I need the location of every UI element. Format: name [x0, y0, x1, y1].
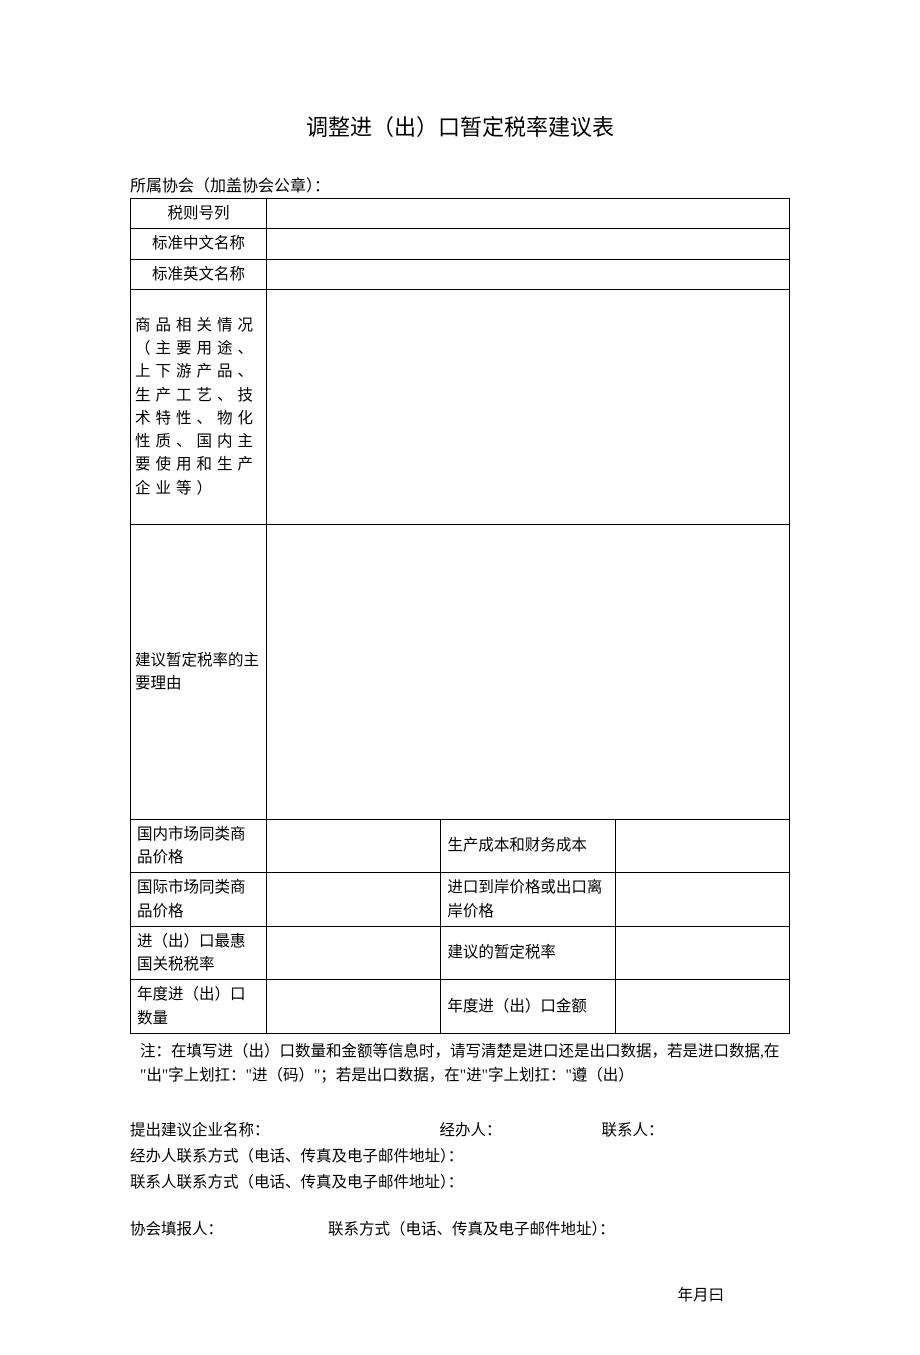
row-reason-value[interactable]	[267, 524, 790, 819]
row-name-en-label: 标准英文名称	[131, 259, 267, 289]
suggestion-form-table: 税则号列 标准中文名称 标准英文名称 商品相关情况（主要用途、上下游产品、生产工…	[130, 198, 790, 1034]
row-domestic-price-label: 国内市场同类商品价格	[131, 819, 267, 873]
row-tax-code-label: 税则号列	[131, 199, 267, 229]
contact-label: 联系人：	[602, 1118, 664, 1144]
row-product-info-value[interactable]	[267, 289, 790, 524]
row-name-cn-label: 标准中文名称	[131, 229, 267, 259]
handler-label: 经办人：	[440, 1118, 502, 1144]
note-text: 注：在填写进（出）口数量和金额等信息时，请写清楚是进口还是出口数据，若是进口数据…	[140, 1040, 790, 1088]
row-import-export-price-label: 进口到岸价格或出口离岸价格	[441, 873, 615, 927]
row-annual-amount-label: 年度进（出）口金额	[441, 980, 615, 1034]
footer-info: 提出建议企业名称： 经办人： 联系人： 经办人联系方式（电话、传真及电子邮件地址…	[130, 1118, 790, 1243]
handler-contact-label: 经办人联系方式（电话、传真及电子邮件地址）：	[130, 1144, 790, 1170]
row-domestic-price-value[interactable]	[267, 819, 441, 873]
row-production-cost-label: 生产成本和财务成本	[441, 819, 615, 873]
row-annual-qty-value[interactable]	[267, 980, 441, 1034]
row-intl-price-value[interactable]	[267, 873, 441, 927]
row-tax-code-value[interactable]	[267, 199, 790, 229]
row-name-cn-value[interactable]	[267, 229, 790, 259]
company-label: 提出建议企业名称：	[130, 1118, 270, 1144]
row-reason-label: 建议暂定税率的主要理由	[131, 524, 267, 819]
row-annual-amount-value[interactable]	[615, 980, 789, 1034]
row-name-en-value[interactable]	[267, 259, 790, 289]
assoc-reporter-label: 协会填报人：	[130, 1217, 223, 1243]
row-suggested-rate-label: 建议的暂定税率	[441, 926, 615, 980]
contact-contact-label: 联系人联系方式（电话、传真及电子邮件地址）：	[130, 1170, 790, 1196]
date-label: 年月曰	[130, 1283, 790, 1305]
page-title: 调整进（出）口暂定税率建议表	[130, 110, 790, 142]
row-mfn-rate-label: 进（出）口最惠国关税税率	[131, 926, 267, 980]
row-mfn-rate-value[interactable]	[267, 926, 441, 980]
assoc-contact-label: 联系方式（电话、传真及电子邮件地址）：	[328, 1217, 615, 1243]
row-production-cost-value[interactable]	[615, 819, 789, 873]
row-import-export-price-value[interactable]	[615, 873, 789, 927]
row-product-info-label: 商品相关情况（主要用途、上下游产品、生产工艺、技术特性、物化性质、国内主要使用和…	[131, 289, 267, 524]
row-intl-price-label: 国际市场同类商品价格	[131, 873, 267, 927]
association-label: 所属协会（加盖协会公章）：	[130, 172, 790, 196]
row-suggested-rate-value[interactable]	[615, 926, 789, 980]
row-annual-qty-label: 年度进（出）口数量	[131, 980, 267, 1034]
